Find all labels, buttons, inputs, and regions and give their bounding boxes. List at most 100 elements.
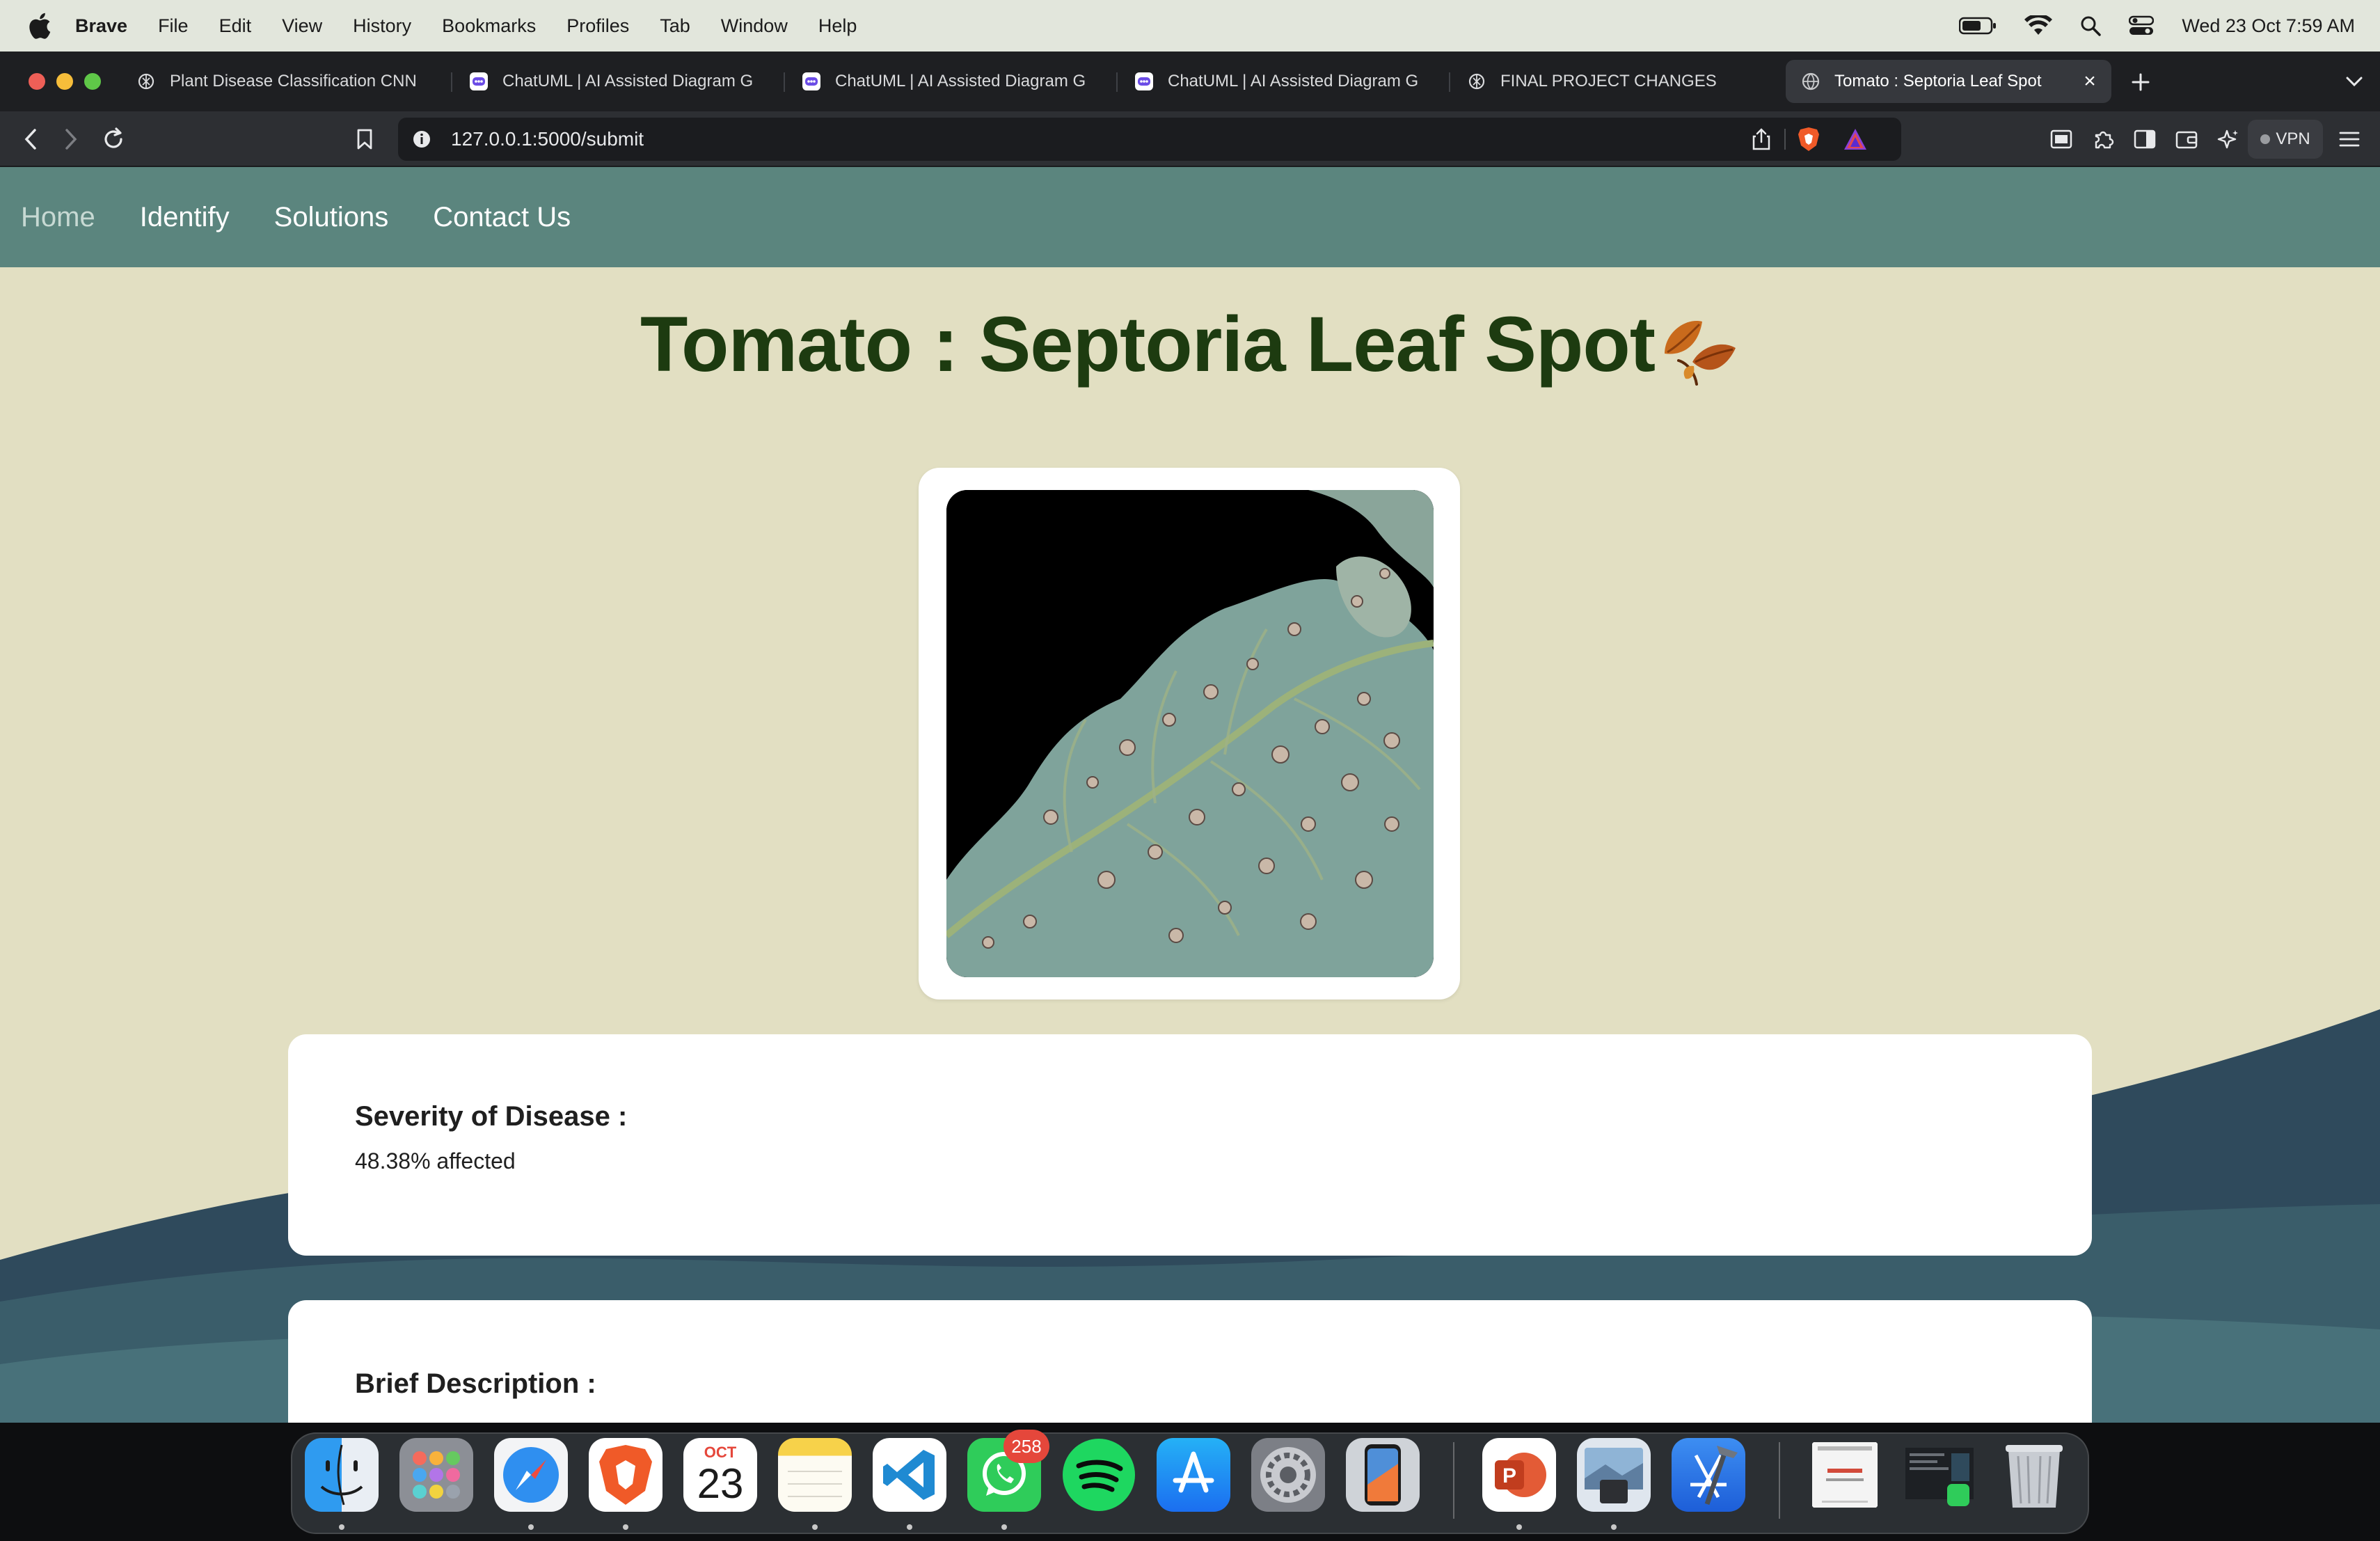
uploaded-image-card [919, 468, 1460, 999]
dock-powerpoint-icon[interactable]: P [1482, 1438, 1556, 1512]
share-icon[interactable] [1752, 128, 1770, 150]
menu-tab[interactable]: Tab [660, 15, 690, 37]
calendar-day: 23 [697, 1460, 744, 1507]
app-store-a-icon [1173, 1451, 1214, 1493]
chevron-right-icon [65, 129, 77, 150]
sidebar-toggle-button[interactable] [2129, 111, 2160, 167]
ai-sparkle-icon [2217, 129, 2238, 149]
dock-spotify-icon[interactable] [1062, 1438, 1136, 1512]
new-tab-plus-icon[interactable] [2129, 71, 2152, 93]
dock-preview-icon[interactable] [1577, 1438, 1651, 1512]
extensions-button[interactable] [2088, 111, 2118, 167]
dock-document-thumbnail[interactable] [1808, 1438, 1882, 1512]
menu-app-name[interactable]: Brave [75, 15, 127, 37]
menu-edit[interactable]: Edit [219, 15, 252, 37]
dock-finder-icon[interactable] [305, 1438, 379, 1512]
nav-contact-link[interactable]: Contact Us [433, 202, 571, 233]
chatuml-icon [802, 72, 820, 90]
nav-solutions-link[interactable]: Solutions [274, 202, 389, 233]
dock-launchpad-icon[interactable] [399, 1438, 473, 1512]
wallet-button[interactable] [2171, 111, 2202, 167]
preview-photos-icon [1585, 1448, 1643, 1503]
address-bar[interactable]: 127.0.0.1:5000/submit [398, 118, 1901, 161]
window-close-button[interactable] [29, 73, 45, 90]
dock-app-store-icon[interactable] [1157, 1438, 1230, 1512]
nav-home-link[interactable]: Home [21, 202, 95, 233]
calendar-month: OCT [704, 1444, 737, 1461]
launchpad-grid-icon [413, 1451, 460, 1499]
dock-xcode-icon[interactable] [1672, 1438, 1745, 1512]
dock-trash-icon[interactable] [1997, 1438, 2071, 1512]
tab-title: ChatUML | AI Assisted Diagram G [502, 72, 754, 90]
tab-tomato-active[interactable]: Tomato : Septoria Leaf Spot × [1786, 60, 2111, 103]
septoria-leaf-image [946, 490, 1434, 977]
browser-toolbar: 127.0.0.1:5000/submit VPN [0, 111, 2380, 167]
tab-list-chevron-down-icon[interactable] [2345, 75, 2363, 88]
forward-button[interactable] [56, 111, 86, 167]
menu-profiles[interactable]: Profiles [566, 15, 629, 37]
tab-title: Plant Disease Classification CNN [170, 72, 417, 90]
menu-view[interactable]: View [282, 15, 322, 37]
bookmark-button[interactable] [351, 111, 379, 167]
trash-can-icon [2006, 1445, 2063, 1508]
powerpoint-logo-icon: P [1495, 1453, 1546, 1497]
menu-history[interactable]: History [353, 15, 411, 37]
spotlight-search-icon[interactable] [2080, 15, 2102, 36]
dock-calendar-icon[interactable]: OCT 23 [683, 1438, 757, 1512]
window-zoom-button[interactable] [84, 73, 101, 90]
wallet-icon [2175, 131, 2198, 149]
control-center-icon[interactable] [2129, 15, 2155, 36]
url-text[interactable]: 127.0.0.1:5000/submit [451, 128, 644, 150]
brave-rewards-icon[interactable] [1843, 127, 1868, 151]
wifi-icon[interactable] [2024, 15, 2053, 36]
dock-vscode-icon[interactable] [873, 1438, 946, 1512]
dock-iphone-mirroring-icon[interactable] [1346, 1438, 1420, 1512]
description-card: Brief Description : [288, 1300, 2092, 1423]
tab-chatuml-1[interactable]: ChatUML | AI Assisted Diagram G [469, 60, 770, 103]
main-menu-button[interactable] [2334, 111, 2365, 167]
sidebar-reader-button[interactable] [2046, 111, 2077, 167]
chatuml-icon [470, 72, 488, 90]
dock-screenshot-thumbnail[interactable] [1903, 1438, 1976, 1512]
battery-icon[interactable] [1959, 17, 1997, 35]
site-info-icon[interactable] [412, 129, 431, 149]
puzzle-extension-icon [2095, 131, 2114, 149]
menu-window[interactable]: Window [721, 15, 788, 37]
apple-logo-icon[interactable] [26, 12, 51, 40]
tab-title: FINAL PROJECT CHANGES [1500, 72, 1717, 90]
brave-shields-icon[interactable] [1797, 126, 1820, 152]
tab-plant-disease[interactable]: Plant Disease Classification CNN [136, 60, 443, 103]
vscode-logo-icon [883, 1450, 935, 1500]
finder-face-icon [320, 1444, 363, 1506]
dock-safari-icon[interactable] [494, 1438, 568, 1512]
tab-title: Tomato : Septoria Leaf Spot [1834, 72, 2042, 90]
nav-identify-link[interactable]: Identify [140, 202, 230, 233]
leo-ai-button[interactable] [2213, 111, 2244, 167]
vpn-button[interactable]: VPN [2248, 120, 2323, 159]
menubar-clock[interactable]: Wed 23 Oct 7:59 AM [2182, 15, 2355, 37]
menu-file[interactable]: File [158, 15, 189, 37]
vpn-label: VPN [2276, 129, 2310, 148]
compass-icon [503, 1447, 559, 1503]
dock-notes-icon[interactable] [778, 1438, 852, 1512]
dock-brave-icon[interactable] [589, 1438, 663, 1512]
back-button[interactable] [15, 111, 46, 167]
reload-button[interactable] [97, 111, 129, 167]
window-minimize-button[interactable] [56, 73, 73, 90]
brave-lion-icon [599, 1445, 652, 1505]
menu-bookmarks[interactable]: Bookmarks [442, 15, 536, 37]
svg-text:P: P [1502, 1464, 1516, 1487]
macos-menu-bar: Brave File Edit View History Bookmarks P… [0, 0, 2380, 52]
tab-final-project[interactable]: FINAL PROJECT CHANGES [1467, 60, 1773, 103]
site-navbar: Home Identify Solutions Contact Us [0, 167, 2380, 267]
chatuml-icon [1135, 72, 1153, 90]
urlbar-divider [1784, 129, 1786, 150]
page-title-text: Tomato : Septoria Leaf Spot [640, 301, 1656, 388]
dock-system-settings-icon[interactable] [1251, 1438, 1325, 1512]
tab-chatuml-3[interactable]: ChatUML | AI Assisted Diagram G [1134, 60, 1435, 103]
tab-chatuml-2[interactable]: ChatUML | AI Assisted Diagram G [802, 60, 1102, 103]
tab-close-icon[interactable]: × [2079, 71, 2100, 92]
dock-running-dot [528, 1524, 534, 1530]
dock-running-dot [1516, 1524, 1522, 1530]
menu-help[interactable]: Help [818, 15, 857, 37]
